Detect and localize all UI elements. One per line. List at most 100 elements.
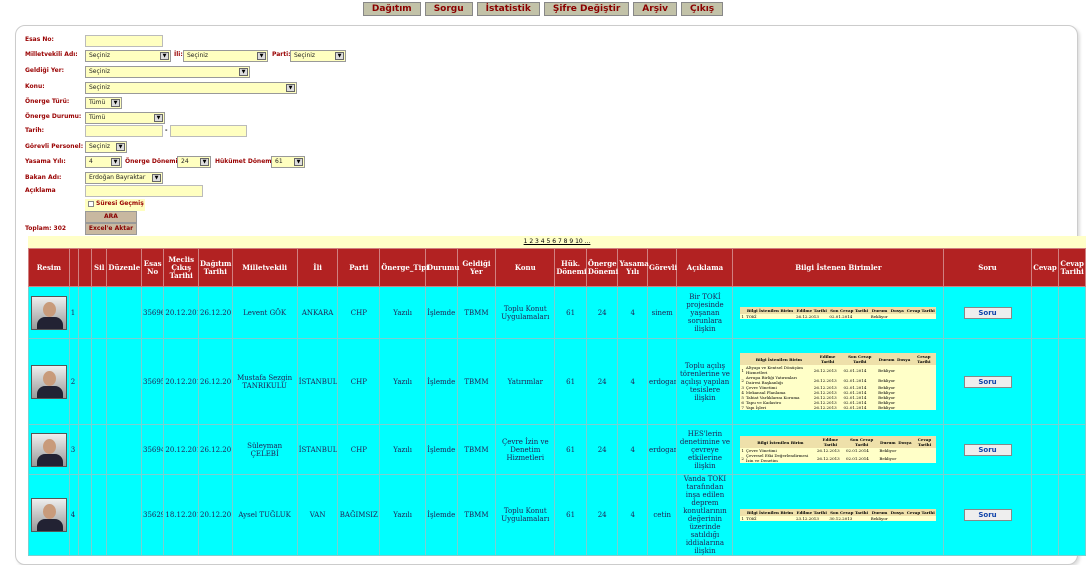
milletvekili-label: Milletvekili Adı: [25, 51, 78, 58]
nav-arsiv[interactable]: Arşiv [633, 2, 678, 16]
column-header: İli [296, 248, 339, 287]
birim-col: Son Cevap Tarihi [842, 353, 878, 365]
soru-cell: Soru [943, 474, 1032, 556]
cell-no: 3 [68, 424, 79, 475]
cell-konu: Yatırımlar [495, 338, 556, 425]
cell-no: 2 [68, 338, 79, 425]
tarih-end-input[interactable] [170, 125, 247, 137]
nav-cikis[interactable]: Çıkış [681, 2, 724, 16]
soru-button[interactable]: Soru [963, 509, 1012, 521]
yasama-yili-select[interactable]: 4 ▼ [85, 156, 122, 168]
column-header: Soru [943, 248, 1032, 287]
birimler-cell: Bilgi İstenilen Birim Edilme Tarihi Son Ce… [732, 474, 945, 556]
birim-cell: Avrupa Birliği Yatırımları Dairesi Başka… [744, 375, 813, 385]
column-header: Meclis Çıkış Tarihi [163, 248, 199, 287]
cell-mv: Süleyman ÇELEBİ [231, 424, 298, 475]
aciklama-label: Açıklama [25, 187, 56, 194]
empty-cell [91, 286, 108, 339]
konu-select[interactable]: Seçiniz ▼ [85, 82, 297, 94]
chevron-down-icon: ▼ [294, 158, 303, 166]
cell-parti: CHP [337, 424, 381, 475]
chevron-down-icon: ▼ [111, 99, 120, 107]
cell-durum: İşlemde [425, 286, 458, 339]
cell-parti: CHP [337, 286, 381, 339]
ili-label: İli: [174, 51, 183, 58]
cell-mv: Aysel TUĞLUK [231, 474, 298, 556]
chevron-down-icon: ▼ [200, 158, 209, 166]
hukumet-donemi-select[interactable]: 61 ▼ [271, 156, 305, 168]
birim-cell: Çevresel Etki Değerlendirmesi İzin ve De… [744, 453, 816, 463]
empty-cell [106, 474, 142, 556]
empty-cell [91, 338, 108, 425]
milletvekili-select[interactable]: Seçiniz ▼ [85, 50, 171, 62]
birim-cell: TOKİ [745, 313, 795, 319]
empty-cell [77, 424, 93, 475]
birim-col: Bilgi İstenilen Birim [744, 353, 813, 365]
gorevli-select[interactable]: Seçiniz ▼ [85, 141, 127, 153]
column-header: Düzenle [106, 248, 142, 287]
cell-yy: 4 [617, 286, 648, 339]
birim-col: Cevap Tarihi [911, 353, 937, 365]
nav-sifre[interactable]: Şifre Değiştir [543, 2, 630, 16]
birim-cell: 23.12.2013 [794, 516, 829, 521]
table-header: Resim Sil Düzenle Esas No Meclis Çıkış Tarih… [28, 248, 1086, 287]
tarih-start-input[interactable] [85, 125, 163, 137]
ara-button[interactable]: ARA [85, 211, 137, 223]
empty-cell [91, 424, 108, 475]
onerge-durumu-select[interactable]: Tümü ▼ [85, 112, 165, 124]
geldigi-yer-select[interactable]: Seçiniz ▼ [85, 66, 250, 78]
column-header: Önerge Dönemi [585, 248, 619, 287]
chevron-down-icon: ▼ [111, 158, 120, 166]
chevron-down-icon: ▼ [239, 68, 248, 76]
column-header: Hük. Dönemi [554, 248, 587, 287]
sure-checkbox-wrap[interactable]: Süresi Geçmiş [85, 199, 145, 211]
soru-button[interactable]: Soru [963, 306, 1012, 319]
ili-select[interactable]: Seçiniz ▼ [183, 50, 268, 62]
soru-button[interactable]: Soru [963, 443, 1012, 456]
onerge-turu-label: Önerge Türü: [25, 98, 70, 105]
hukumet-donemi-label: Hükümet Dönemi: [215, 158, 276, 165]
avatar [30, 295, 67, 330]
birim-cell: 02.01.2014 [844, 453, 879, 463]
cell-huk: 61 [554, 286, 587, 339]
cell-yer: TBMM [456, 424, 497, 475]
excel-button[interactable]: Excel'e Aktar [85, 223, 137, 235]
checkbox-icon[interactable] [88, 200, 94, 207]
birim-col: Bilgi İstenilen Birim [745, 306, 795, 314]
cell-konu: Çevre İzin ve Denetim Hizmetleri [495, 424, 556, 475]
bakan-select[interactable]: Erdoğan Bayraktar ▼ [85, 172, 163, 184]
cell-yy: 4 [617, 338, 648, 425]
column-header: Cevap [1030, 248, 1060, 287]
cell-esas: 35629 [140, 474, 165, 556]
pager[interactable]: 1 2 3 4 5 6 7 8 9 10 ... [28, 236, 1086, 248]
birimler-cell: Bilgi İstenilen Birim Edilme Tarihi Son Ce… [732, 338, 945, 425]
column-header: Yasama Yılı [617, 248, 649, 287]
birim-cell: Altyapı ve Kentsel Dönüşüm Hizmetleri [744, 365, 813, 375]
birimler-table: Bilgi İstenilen Birim Edilme Tarihi Son Ce… [740, 306, 937, 319]
cell-yy: 4 [617, 424, 648, 475]
cell-tip: Yazılı [379, 286, 427, 339]
esas-no-label: Esas No: [25, 36, 54, 43]
cell-dagitim: 26.12.2013 [197, 338, 233, 425]
chevron-down-icon: ▼ [154, 114, 163, 122]
parti-select[interactable]: Seçiniz ▼ [290, 50, 346, 62]
birim-col: Bilgi İstenilen Birim [745, 509, 795, 516]
nav-istatistik[interactable]: İstatistik [476, 2, 540, 16]
nav-sorgu[interactable]: Sorgu [424, 2, 473, 16]
column-header: Bilgi İstenen Birimler [732, 248, 945, 287]
cell-esas: 35696 [140, 286, 165, 339]
esas-no-input[interactable] [85, 35, 163, 47]
nav-dagitim[interactable]: Dağıtım [362, 2, 421, 16]
birim-col: Dosya [896, 353, 912, 365]
birim-col: Durum [869, 306, 890, 314]
birim-col: Edilme Tarihi [815, 436, 845, 448]
aciklama-input[interactable] [85, 185, 203, 197]
onerge-turu-select[interactable]: Tümü ▼ [85, 97, 122, 109]
cell-gorevli: erdogan [646, 338, 678, 425]
cell-huk: 61 [554, 474, 587, 556]
cell-yer: TBMM [456, 474, 497, 556]
onerge-donemi-select[interactable]: 24 ▼ [177, 156, 211, 168]
chevron-down-icon: ▼ [257, 52, 266, 60]
soru-button[interactable]: Soru [963, 375, 1012, 388]
cell-yy: 4 [617, 474, 648, 556]
